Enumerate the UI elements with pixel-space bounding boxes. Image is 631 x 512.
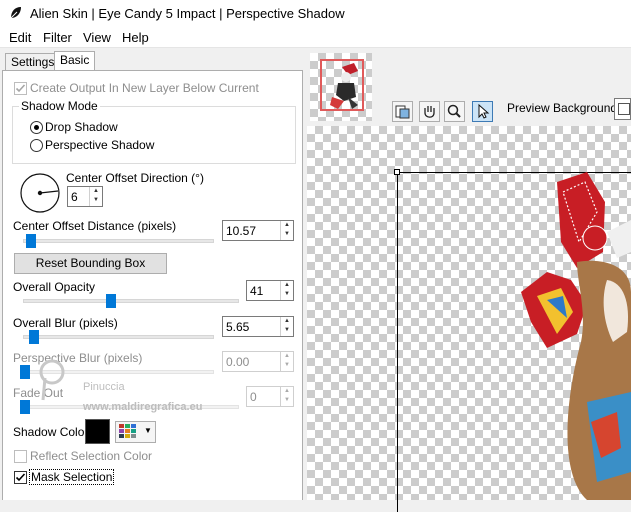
window-title: Alien Skin | Eye Candy 5 Impact | Perspe… bbox=[30, 6, 345, 21]
center-offset-distance-spinner[interactable]: 10.57 ▲ ▼ bbox=[222, 220, 294, 241]
watermark-url: www.maldiregrafica.eu bbox=[83, 401, 203, 413]
reset-bounding-box-button[interactable]: Reset Bounding Box bbox=[14, 253, 167, 274]
create-output-checkbox[interactable] bbox=[14, 82, 27, 95]
magnifier-icon bbox=[447, 104, 461, 118]
overall-blur-label: Overall Blur (pixels) bbox=[13, 316, 118, 330]
overall-opacity-label: Overall Opacity bbox=[13, 280, 96, 294]
spinner-arrows[interactable]: ▲ ▼ bbox=[280, 387, 293, 406]
spinner-up-icon: ▲ bbox=[284, 318, 290, 324]
preview-canvas[interactable] bbox=[307, 126, 631, 512]
center-offset-distance-label: Center Offset Distance (pixels) bbox=[13, 219, 177, 233]
fade-out-value: 0 bbox=[250, 390, 257, 404]
menu-bar: Edit Filter View Help bbox=[0, 27, 631, 48]
app-icon bbox=[10, 7, 21, 19]
overall-opacity-spinner[interactable]: 41 ▲ ▼ bbox=[246, 280, 294, 301]
fade-out-thumb[interactable] bbox=[20, 400, 30, 414]
menu-filter[interactable]: Filter bbox=[43, 30, 72, 45]
watermark-name: Pinuccia bbox=[83, 381, 125, 393]
spinner-up-icon: ▲ bbox=[284, 353, 290, 359]
navigator-tool-button[interactable] bbox=[392, 101, 413, 122]
preview-artwork bbox=[521, 172, 631, 500]
shadow-color-swatch[interactable] bbox=[85, 419, 110, 444]
title-bar: Alien Skin | Eye Candy 5 Impact | Perspe… bbox=[0, 0, 631, 27]
spinner-arrows[interactable]: ▲ ▼ bbox=[280, 352, 293, 371]
arrow-pointer-icon bbox=[478, 103, 490, 119]
overall-blur-spinner[interactable]: 5.65 ▲ ▼ bbox=[222, 316, 294, 337]
overall-opacity-thumb[interactable] bbox=[106, 294, 116, 308]
shadow-color-label: Shadow Color bbox=[13, 425, 89, 439]
menu-help[interactable]: Help bbox=[122, 30, 149, 45]
hand-icon bbox=[424, 106, 435, 118]
color-grid-icon bbox=[119, 424, 136, 438]
drop-shadow-label: Drop Shadow bbox=[45, 120, 118, 134]
menu-edit[interactable]: Edit bbox=[9, 30, 31, 45]
perspective-shadow-radio[interactable] bbox=[30, 139, 43, 152]
pointer-tool-button[interactable] bbox=[472, 101, 493, 122]
preview-background-dropdown[interactable] bbox=[614, 98, 631, 120]
spinner-down-icon: ▼ bbox=[284, 362, 290, 368]
spinner-down-icon: ▼ bbox=[284, 327, 290, 333]
navigator-thumbnail[interactable] bbox=[310, 53, 372, 121]
color-picker-button[interactable]: ▼ bbox=[115, 421, 156, 443]
reflect-selection-color-checkbox[interactable] bbox=[14, 450, 27, 463]
spinner-arrows[interactable]: ▲ ▼ bbox=[280, 281, 293, 300]
tab-basic[interactable]: Basic bbox=[54, 51, 96, 71]
mask-selection-label: Mask Selection bbox=[29, 469, 115, 485]
center-offset-distance-track[interactable] bbox=[23, 239, 214, 243]
spinner-down-icon: ▼ bbox=[93, 197, 99, 203]
perspective-blur-thumb[interactable] bbox=[20, 365, 30, 379]
dropdown-arrow-icon: ▼ bbox=[144, 426, 152, 435]
hand-tool-button[interactable] bbox=[419, 101, 440, 122]
shadow-mode-group bbox=[12, 106, 296, 164]
direction-dial[interactable] bbox=[19, 172, 61, 214]
overall-blur-track[interactable] bbox=[23, 335, 214, 339]
overall-blur-value: 5.65 bbox=[226, 320, 250, 334]
tab-strip: Settings Basic bbox=[0, 50, 305, 71]
menu-view[interactable]: View bbox=[83, 30, 111, 45]
tab-settings[interactable]: Settings bbox=[5, 53, 61, 71]
navigator-figure bbox=[330, 63, 358, 109]
perspective-blur-spinner[interactable]: 0.00 ▲ ▼ bbox=[222, 351, 294, 372]
perspective-blur-label: Perspective Blur (pixels) bbox=[13, 351, 143, 365]
create-output-label: Create Output In New Layer Below Current bbox=[30, 81, 259, 95]
perspective-shadow-label: Perspective Shadow bbox=[45, 138, 155, 152]
basic-panel: Create Output In New Layer Below Current… bbox=[2, 70, 303, 500]
center-offset-distance-value: 10.57 bbox=[226, 224, 257, 238]
spinner-arrows[interactable]: ▲ ▼ bbox=[280, 317, 293, 336]
spinner-up-icon: ▲ bbox=[284, 388, 290, 394]
spinner-up-icon: ▲ bbox=[284, 222, 290, 228]
overall-blur-thumb[interactable] bbox=[29, 330, 39, 344]
preview-background-label: Preview Background: bbox=[507, 101, 621, 115]
zoom-tool-button[interactable] bbox=[444, 101, 465, 122]
watermark-logo-icon bbox=[39, 359, 65, 401]
preview-background-swatch bbox=[618, 103, 630, 115]
fade-out-spinner[interactable]: 0 ▲ ▼ bbox=[246, 386, 294, 407]
spinner-up-icon: ▲ bbox=[284, 282, 290, 288]
spinner-down-icon: ▼ bbox=[284, 397, 290, 403]
drop-shadow-radio[interactable] bbox=[30, 121, 43, 134]
overall-opacity-value: 41 bbox=[250, 284, 264, 298]
spinner-arrows[interactable]: ▲ ▼ bbox=[280, 221, 293, 240]
center-offset-direction-value: 6 bbox=[71, 190, 78, 204]
center-offset-direction-label: Center Offset Direction (°) bbox=[66, 171, 204, 185]
center-offset-distance-thumb[interactable] bbox=[26, 234, 36, 248]
overall-opacity-track[interactable] bbox=[23, 299, 239, 303]
mask-selection-checkbox[interactable] bbox=[14, 471, 27, 484]
shadow-mode-title: Shadow Mode bbox=[19, 99, 100, 113]
spinner-up-icon: ▲ bbox=[93, 188, 99, 194]
spinner-down-icon: ▼ bbox=[284, 291, 290, 297]
bounding-box-handle[interactable] bbox=[394, 169, 400, 175]
center-offset-direction-spinner[interactable]: 6 ▲ ▼ bbox=[67, 186, 103, 207]
navigator-icon bbox=[395, 105, 410, 119]
reflect-selection-color-label: Reflect Selection Color bbox=[30, 449, 153, 463]
spinner-down-icon: ▼ bbox=[284, 231, 290, 237]
preview-area: Preview Background: bbox=[307, 50, 631, 512]
checkmark-icon bbox=[15, 84, 26, 93]
checkmark-icon bbox=[15, 473, 26, 482]
spinner-arrows[interactable]: ▲ ▼ bbox=[89, 187, 102, 206]
perspective-blur-value: 0.00 bbox=[226, 355, 250, 369]
